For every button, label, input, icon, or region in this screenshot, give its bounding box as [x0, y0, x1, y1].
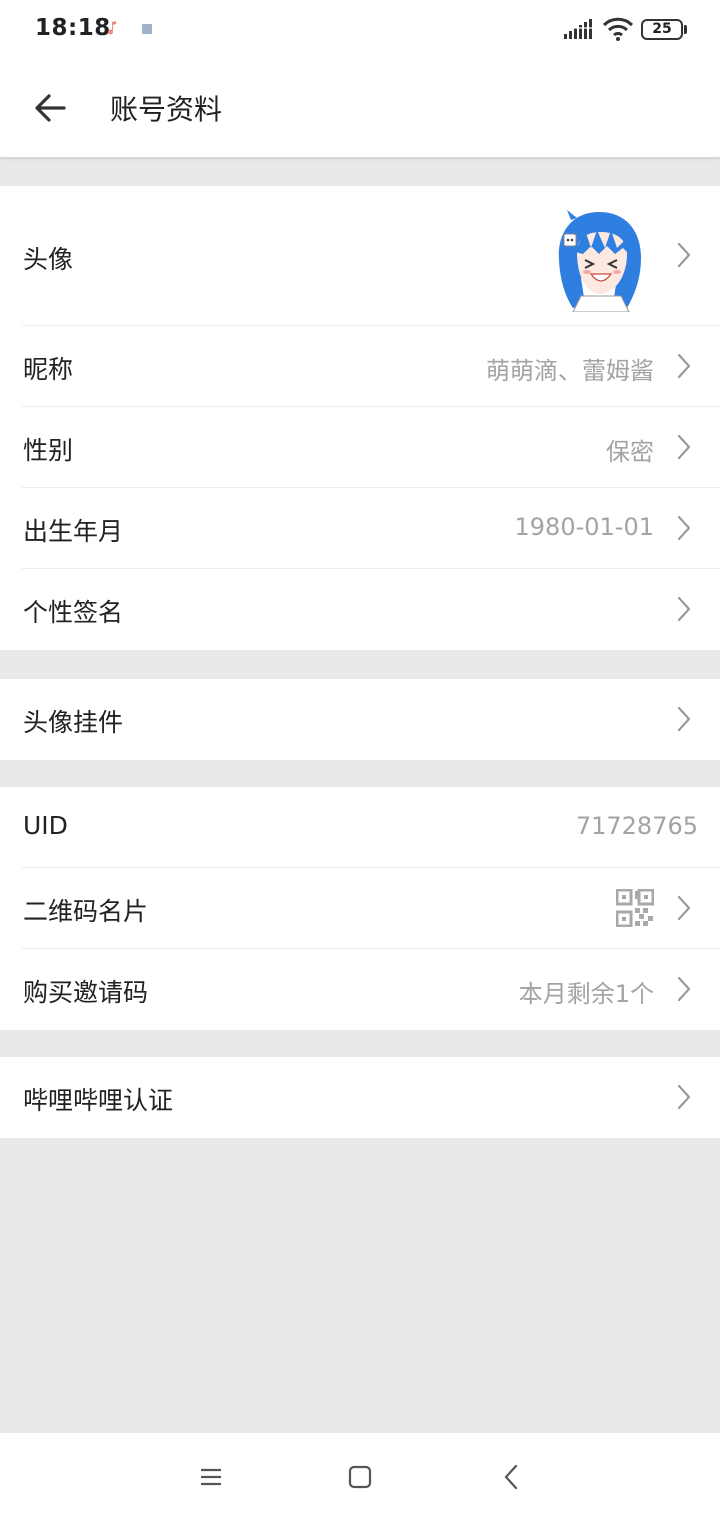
app-bar: 账号资料 [0, 58, 720, 157]
avatar-row[interactable]: 头像 [0, 186, 720, 326]
uid-label: UID [23, 811, 68, 840]
page-title: 账号资料 [110, 93, 223, 126]
qr-code-icon [616, 889, 654, 927]
invite-code-row[interactable]: 购买邀请码 本月剩余1个 [0, 949, 720, 1030]
profile-section: 头像 昵称 萌萌滴、蕾姆酱 性别 保密 出生年月 1980-01-01 个性签名 [0, 186, 720, 650]
chevron-right-icon [677, 596, 691, 622]
wifi-icon [602, 17, 634, 41]
chevron-right-icon [677, 353, 691, 379]
gender-row[interactable]: 性别 保密 [0, 407, 720, 488]
bilibili-certification-row[interactable]: 哔哩哔哩认证 [0, 1057, 720, 1138]
chevron-right-icon [677, 976, 691, 1002]
signature-label: 个性签名 [23, 598, 124, 627]
chevron-right-icon [677, 434, 691, 460]
qrcode-label: 二维码名片 [23, 897, 149, 926]
gender-value: 保密 [606, 438, 654, 466]
certification-label: 哔哩哔哩认证 [23, 1086, 174, 1115]
signal-icon [564, 19, 592, 39]
pendant-section: 头像挂件 [0, 679, 720, 760]
avatar-label: 头像 [23, 245, 74, 274]
arrow-left-icon[interactable] [26, 86, 76, 130]
invite-code-label: 购买邀请码 [23, 978, 149, 1007]
battery-icon: 25 [641, 19, 687, 40]
uid-row: UID 71728765 [0, 787, 720, 868]
certification-section: 哔哩哔哩认证 [0, 1057, 720, 1138]
chevron-right-icon [677, 515, 691, 541]
invite-code-value: 本月剩余1个 [518, 980, 654, 1008]
nickname-row[interactable]: 昵称 萌萌滴、蕾姆酱 [0, 326, 720, 407]
account-section: UID 71728765 二维码名片 购买邀请码 本月剩余1个 [0, 787, 720, 1030]
menu-icon[interactable] [196, 1462, 226, 1492]
avatar-pendant-label: 头像挂件 [23, 708, 124, 737]
qrcode-row[interactable]: 二维码名片 [0, 868, 720, 949]
chevron-right-icon [677, 242, 691, 268]
home-icon[interactable] [345, 1462, 375, 1492]
avatar[interactable] [551, 208, 647, 312]
back-icon[interactable] [496, 1462, 526, 1492]
signature-row[interactable]: 个性签名 [0, 569, 720, 650]
birthday-label: 出生年月 [23, 517, 124, 546]
nickname-value: 萌萌滴、蕾姆酱 [486, 357, 654, 385]
status-bar: 18:18 25 [0, 0, 720, 58]
chevron-right-icon [677, 895, 691, 921]
gender-label: 性别 [23, 436, 74, 465]
avatar-pendant-row[interactable]: 头像挂件 [0, 679, 720, 760]
app-notification-icon [142, 24, 152, 34]
chevron-right-icon [677, 1084, 691, 1110]
uid-value: 71728765 [575, 812, 698, 840]
chevron-right-icon [677, 706, 691, 732]
battery-level: 25 [652, 21, 672, 37]
birthday-value: 1980-01-01 [514, 513, 654, 541]
status-time: 18:18 [35, 15, 111, 41]
system-nav-bar [0, 1433, 720, 1520]
birthday-row[interactable]: 出生年月 1980-01-01 [0, 488, 720, 569]
music-notification-icon [108, 21, 116, 35]
nickname-label: 昵称 [23, 355, 74, 384]
